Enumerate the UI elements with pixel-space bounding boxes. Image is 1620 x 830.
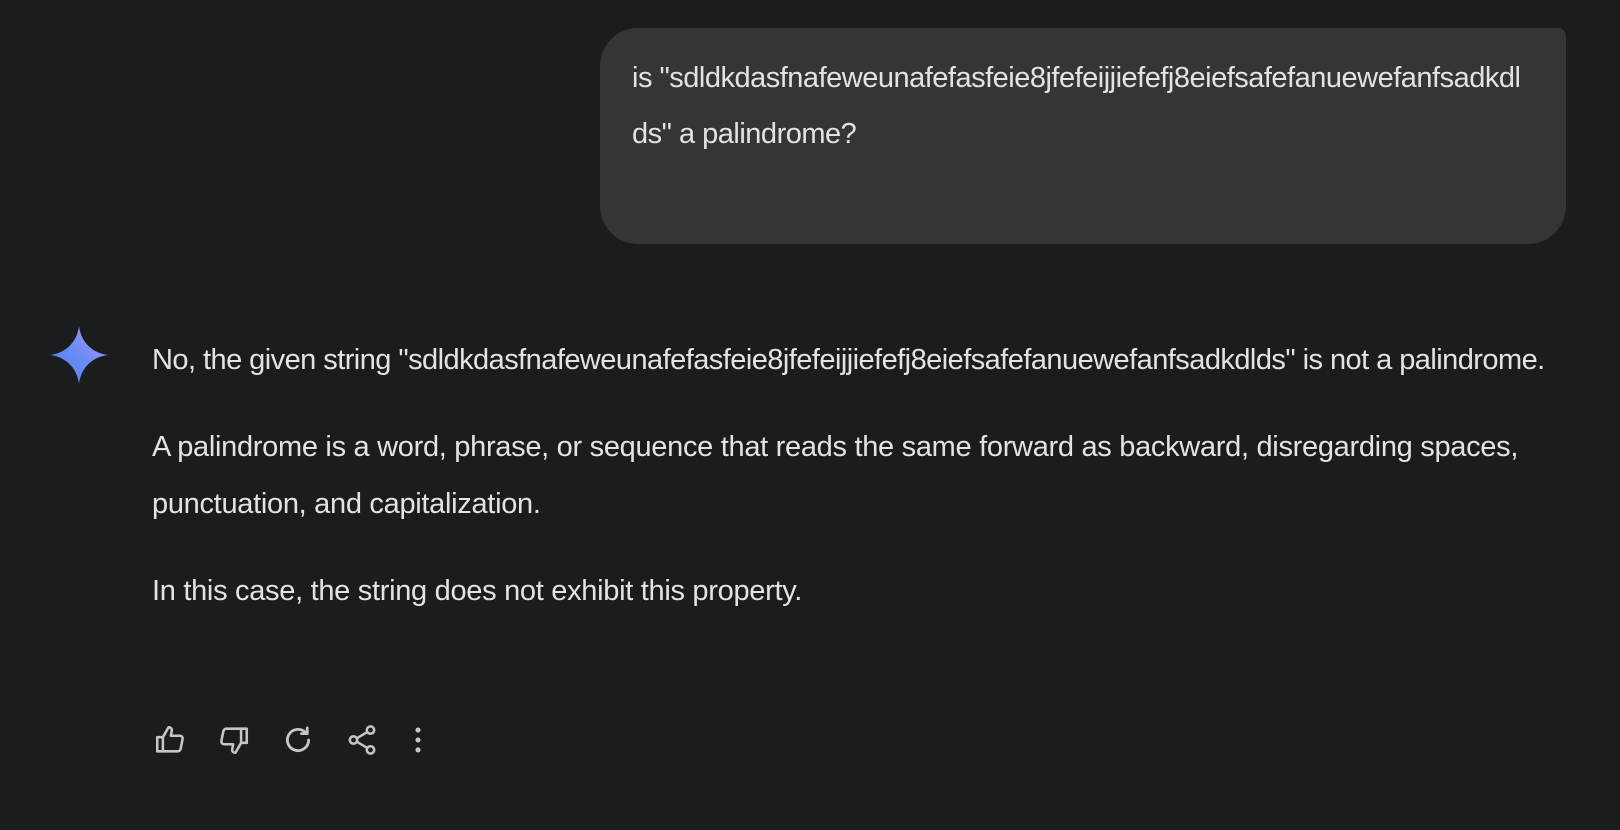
assistant-response: No, the given string "sdldkdasfnafeweuna… bbox=[152, 332, 1572, 650]
share-icon bbox=[348, 725, 376, 755]
more-options-button[interactable] bbox=[398, 720, 438, 760]
more-options-icon bbox=[415, 727, 421, 753]
response-paragraph: A palindrome is a word, phrase, or seque… bbox=[152, 431, 1519, 520]
chat-page: is "sdldkdasfnafeweunafefasfeie8jfefeijj… bbox=[0, 0, 1620, 830]
user-message-bubble: is "sdldkdasfnafeweunafefasfeie8jfefeijj… bbox=[600, 28, 1566, 244]
thumbs-up-icon bbox=[155, 725, 184, 753]
regenerate-icon bbox=[286, 726, 311, 753]
share-button[interactable] bbox=[342, 720, 382, 760]
response-paragraph: No, the given string "sdldkdasfnafeweuna… bbox=[152, 344, 1545, 376]
assistant-sparkle-icon bbox=[50, 326, 108, 384]
response-actions bbox=[150, 722, 462, 758]
response-paragraph: In this case, the string does not exhibi… bbox=[152, 575, 803, 607]
user-message-text: is "sdldkdasfnafeweunafefasfeie8jfefeijj… bbox=[632, 62, 1521, 150]
thumbs-up-button[interactable] bbox=[150, 720, 190, 760]
thumbs-down-icon bbox=[220, 727, 249, 755]
regenerate-button[interactable] bbox=[278, 720, 318, 760]
thumbs-down-button[interactable] bbox=[214, 720, 254, 760]
